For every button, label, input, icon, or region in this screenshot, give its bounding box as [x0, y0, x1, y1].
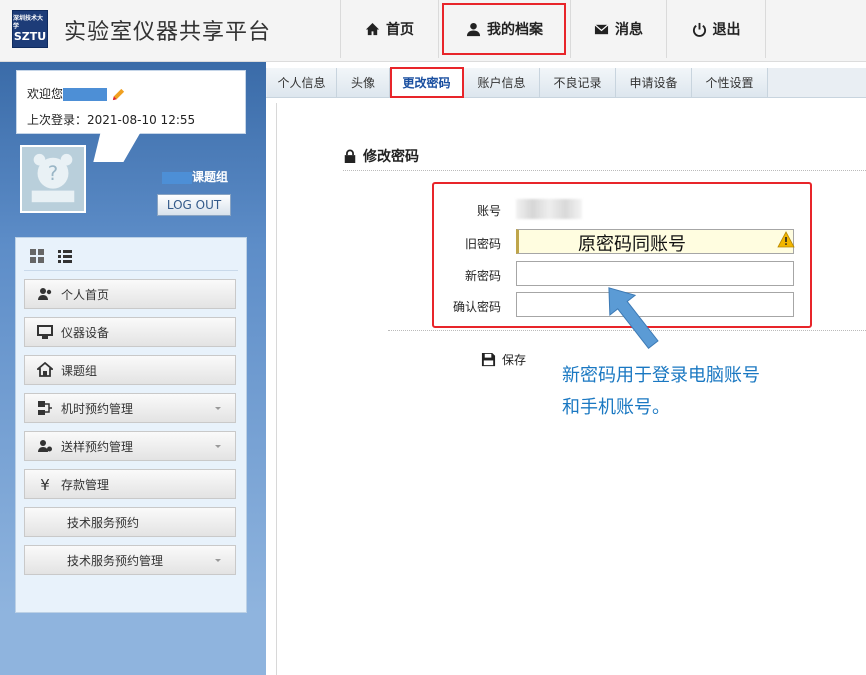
- sidebar-item-sample-booking[interactable]: 送样预约管理: [24, 431, 236, 461]
- logout-button[interactable]: LOG OUT: [157, 194, 231, 216]
- sidebar-item-deposit[interactable]: ¥ 存款管理: [24, 469, 236, 499]
- sidebar-item-label: 存款管理: [61, 477, 110, 492]
- sidebar-item-label: 技术服务预约: [67, 515, 140, 530]
- menu-divider: [24, 270, 238, 271]
- chevron-down-icon: [215, 445, 221, 448]
- list-view-icon[interactable]: [56, 248, 74, 264]
- floppy-disk-icon: [481, 352, 496, 367]
- power-icon: [692, 22, 706, 37]
- sidebar-menu: 个人首页 仪器设备 课题组 机时预约管理 送样预约管理 ¥ 存款管理 技术服务预…: [15, 237, 247, 613]
- tab-apply-equipment[interactable]: 申请设备: [616, 68, 692, 97]
- house-icon: [37, 362, 53, 377]
- sidebar-item-personal-home[interactable]: 个人首页: [24, 279, 236, 309]
- avatar-placeholder-icon: ?: [31, 153, 75, 203]
- home-icon: [365, 22, 380, 35]
- view-toggle: [28, 248, 74, 264]
- highlight-box-nav: [442, 3, 566, 55]
- chevron-down-icon: [215, 559, 221, 562]
- highlight-box-tab: [390, 67, 464, 98]
- annotation-line-2: 和手机账号。: [562, 397, 670, 418]
- nav-home-label: 首页: [386, 22, 414, 38]
- logo-small-text: 深圳技术大学: [13, 15, 44, 30]
- sidebar-item-label: 送样预约管理: [61, 439, 134, 454]
- users-icon: [38, 288, 52, 300]
- svg-text:?: ?: [48, 162, 58, 185]
- nav-home[interactable]: 首页: [340, 0, 438, 58]
- tab-personal-settings[interactable]: 个性设置: [692, 68, 768, 97]
- section-divider: [343, 170, 866, 171]
- group-name-redacted: [162, 171, 192, 184]
- tab-avatar[interactable]: 头像: [337, 68, 390, 97]
- sidebar-item-machine-time-booking[interactable]: 机时预约管理: [24, 393, 236, 423]
- monitor-icon: [37, 325, 53, 339]
- last-login: 上次登录：2021-08-10 12:55: [27, 113, 196, 127]
- section-title: 修改密码: [343, 146, 419, 166]
- lock-icon: [344, 149, 356, 163]
- annotation-arrow-icon: [608, 287, 659, 349]
- avatar[interactable]: ?: [20, 145, 86, 213]
- research-group-label: 课题组: [162, 168, 228, 185]
- save-label: 保存: [502, 353, 527, 367]
- sidebar-item-label: 机时预约管理: [61, 401, 134, 416]
- envelope-icon: [594, 23, 609, 34]
- group-suffix: 课题组: [192, 170, 229, 184]
- sidebar-item-label: 课题组: [61, 363, 98, 378]
- nav-messages-label: 消息: [615, 22, 643, 38]
- username-redacted: [63, 88, 108, 101]
- nav-logout-label: 退出: [712, 22, 741, 38]
- welcome-line: 欢迎您: [27, 85, 126, 102]
- logo-text: SZTU: [13, 30, 47, 43]
- sidebar-item-instruments[interactable]: 仪器设备: [24, 317, 236, 347]
- sidebar-item-label: 仪器设备: [61, 325, 110, 340]
- user-gear-icon: [38, 440, 52, 452]
- sidebar-item-research-group[interactable]: 课题组: [24, 355, 236, 385]
- annotation-line-1: 新密码用于登录电脑账号: [562, 365, 760, 386]
- tab-personal-info[interactable]: 个人信息: [267, 68, 337, 97]
- welcome-panel: 欢迎您 上次登录：2021-08-10 12:55: [16, 70, 246, 134]
- site-logo[interactable]: 深圳技术大学 SZTU: [12, 10, 48, 48]
- svg-text:¥: ¥: [40, 476, 50, 492]
- chevron-down-icon: [215, 407, 221, 410]
- network-icon: [38, 401, 52, 415]
- save-button[interactable]: 保存: [481, 351, 526, 368]
- sidebar-item-label: 技术服务预约管理: [67, 553, 164, 568]
- sidebar-item-label: 个人首页: [61, 287, 110, 302]
- tab-account-info[interactable]: 账户信息: [464, 68, 540, 97]
- section-title-text: 修改密码: [363, 149, 419, 165]
- sidebar-item-tech-service-booking[interactable]: 技术服务预约: [24, 507, 236, 537]
- pencil-icon[interactable]: [111, 87, 126, 102]
- annotation-note: 新密码用于登录电脑账号 和手机账号。: [562, 360, 760, 424]
- welcome-prefix: 欢迎您: [27, 87, 64, 101]
- yen-icon: ¥: [40, 476, 50, 492]
- nav-messages[interactable]: 消息: [570, 0, 666, 58]
- nav-logout[interactable]: 退出: [666, 0, 766, 58]
- site-title: 实验室仪器共享平台: [64, 20, 272, 45]
- tab-bad-records[interactable]: 不良记录: [540, 68, 616, 97]
- grid-view-icon[interactable]: [28, 248, 46, 264]
- sidebar-item-tech-service-management[interactable]: 技术服务预约管理: [24, 545, 236, 575]
